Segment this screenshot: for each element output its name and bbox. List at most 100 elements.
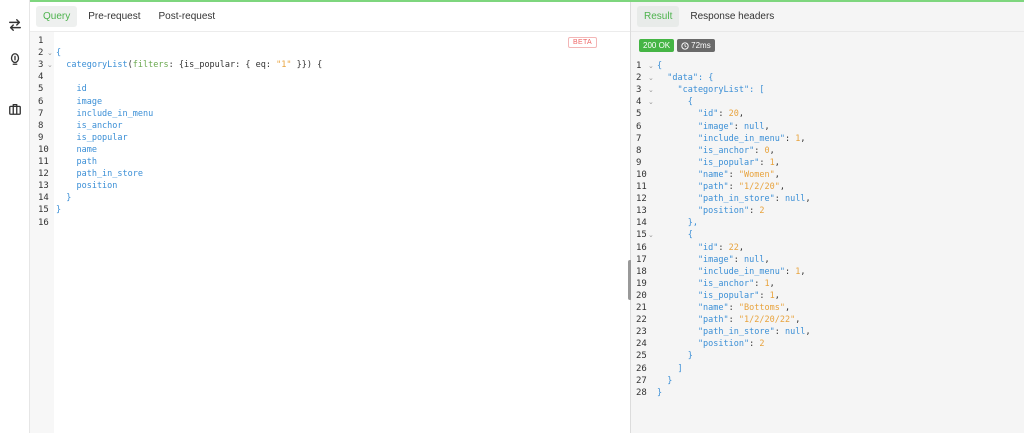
tab-query[interactable]: Query xyxy=(36,6,78,27)
code-line: position xyxy=(56,180,117,192)
code-token: { xyxy=(657,97,693,108)
code-token: , xyxy=(738,242,745,253)
code-token: : xyxy=(749,206,760,217)
code-line: "id": 20, xyxy=(657,108,744,120)
code-line: { xyxy=(56,47,61,59)
clock-icon xyxy=(681,41,689,50)
code-token: "path" xyxy=(657,315,729,326)
line-number: 23 xyxy=(636,327,647,338)
code-line: "is_popular": 1, xyxy=(657,157,780,169)
code-line: "path": "1/2/20", xyxy=(657,181,785,193)
code-token: : xyxy=(754,145,765,156)
line-number: 7 xyxy=(636,133,642,144)
code-token: , xyxy=(774,157,780,168)
code-line: } xyxy=(657,350,693,362)
code-line: path xyxy=(56,156,96,168)
code-token: : xyxy=(718,109,729,120)
code-token: , xyxy=(779,182,785,192)
code-token: , xyxy=(738,109,745,120)
code-token: "position" xyxy=(657,339,750,350)
line-number: 12 xyxy=(636,194,647,205)
line-number: 15 xyxy=(636,230,647,241)
line-number: 6 xyxy=(38,96,44,107)
line-number: 1 xyxy=(38,36,44,46)
code-token: name xyxy=(56,144,97,155)
query-editor[interactable] xyxy=(54,32,630,433)
code-token: , xyxy=(769,278,775,289)
line-number: 3 xyxy=(636,85,642,96)
code-token: }}) { xyxy=(291,60,323,71)
line-number: 10 xyxy=(636,169,647,180)
fold-chevron-icon[interactable]: ⌄ xyxy=(648,230,654,242)
code-token: , xyxy=(800,133,806,144)
bulb-icon[interactable] xyxy=(6,50,24,68)
code-line: } xyxy=(56,192,71,204)
code-line: { xyxy=(657,229,693,241)
code-line: "is_popular": 1, xyxy=(657,290,780,302)
code-token: : xyxy=(718,242,729,253)
code-token: filters xyxy=(132,60,169,71)
status-badge: 200 OK xyxy=(639,39,675,52)
code-token: "is_anchor" xyxy=(657,145,755,156)
code-line: { xyxy=(657,60,662,72)
code-line: } xyxy=(56,204,61,216)
fold-chevron-icon[interactable]: ⌄ xyxy=(648,85,654,97)
code-line: name xyxy=(56,144,97,156)
code-line: categoryList(filters: {is_popular: { eq:… xyxy=(56,59,322,71)
code-token: include_in_menu xyxy=(56,108,154,119)
tab-result[interactable]: Result xyxy=(637,6,680,27)
line-number: 14 xyxy=(636,218,647,229)
tab-pre-request[interactable]: Pre-request xyxy=(81,6,147,27)
line-number: 5 xyxy=(38,84,44,95)
status-row: 200 OK 72ms xyxy=(639,39,715,52)
code-token: : xyxy=(784,266,796,277)
fold-chevron-icon[interactable]: ⌄ xyxy=(648,61,654,73)
query-tabs: Query Pre-request Post-request xyxy=(30,2,630,32)
code-line: }, xyxy=(657,217,698,229)
code-token: } xyxy=(657,375,673,386)
code-line: "position": 2 xyxy=(657,338,765,350)
code-token: : xyxy=(754,278,765,289)
code-token: : [ xyxy=(749,85,765,96)
line-number: 17 xyxy=(636,254,647,265)
code-token: path_in_store xyxy=(56,169,143,180)
sidebar xyxy=(0,0,30,433)
fold-chevron-icon[interactable]: ⌄ xyxy=(47,60,53,72)
tab-post-request[interactable]: Post-request xyxy=(151,6,222,27)
code-token: "id" xyxy=(657,109,719,120)
code-token: categoryList xyxy=(56,60,128,71)
code-token: , xyxy=(774,169,780,180)
code-token: null xyxy=(784,327,806,338)
fold-chevron-icon[interactable]: ⌄ xyxy=(648,73,654,85)
code-token: "include_in_menu" xyxy=(657,266,785,277)
code-line: "data": { xyxy=(657,72,713,84)
code-token: } xyxy=(56,205,62,216)
code-token: : xyxy=(728,315,739,326)
fold-chevron-icon[interactable]: ⌄ xyxy=(47,48,53,60)
swap-icon[interactable] xyxy=(6,16,24,34)
code-token: position xyxy=(56,181,118,192)
line-number: 2 xyxy=(636,73,642,84)
code-line: "categoryList": [ xyxy=(657,84,764,96)
fold-chevron-icon[interactable]: ⌄ xyxy=(648,97,654,109)
line-number: 3 xyxy=(38,60,44,71)
line-number: 18 xyxy=(636,266,647,277)
line-number: 26 xyxy=(636,363,647,374)
code-line: "id": 22, xyxy=(657,242,744,254)
beta-badge: BETA xyxy=(568,37,597,48)
line-number: 21 xyxy=(636,303,647,313)
line-number: 22 xyxy=(636,315,647,326)
code-token: : xyxy=(728,303,739,313)
code-token: "data" xyxy=(657,73,698,84)
line-number: 9 xyxy=(38,132,44,143)
code-token: is_popular xyxy=(183,60,236,71)
result-tabs: Result Response headers xyxy=(631,2,1024,32)
code-token: "include_in_menu" xyxy=(657,133,785,144)
code-token: null xyxy=(744,121,765,132)
code-token: "is_popular" xyxy=(657,290,760,301)
briefcase-icon[interactable] xyxy=(6,100,24,118)
line-number: 12 xyxy=(38,169,49,180)
line-number: 5 xyxy=(636,109,642,120)
code-token: : xyxy=(733,121,745,132)
tab-response-headers[interactable]: Response headers xyxy=(683,6,781,27)
